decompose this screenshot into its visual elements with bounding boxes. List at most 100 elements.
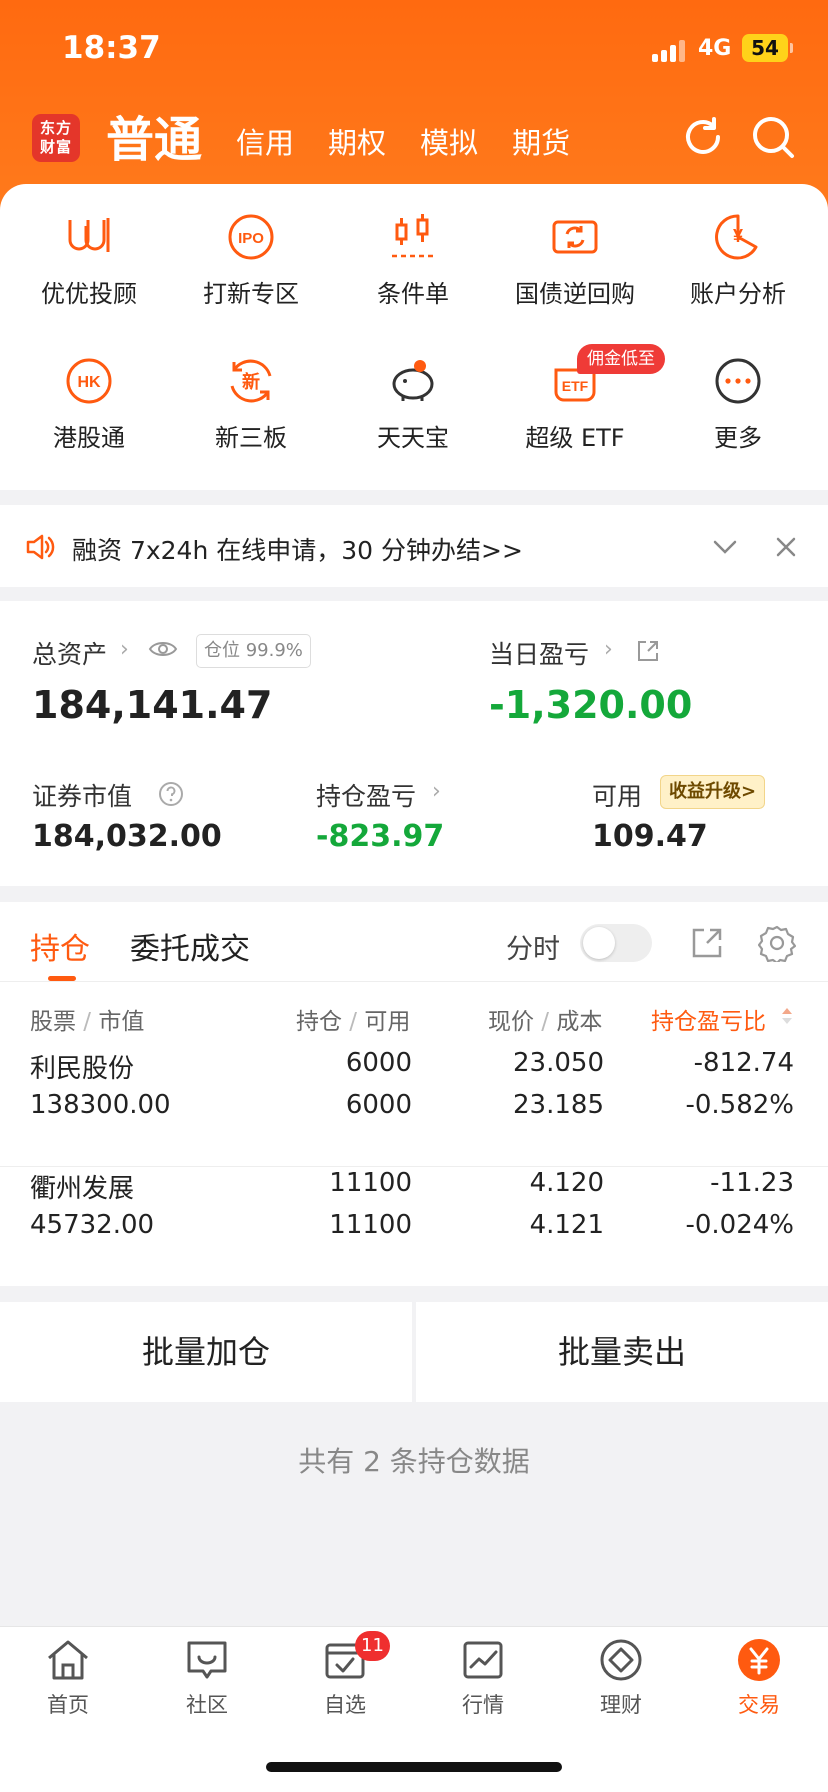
batch-sell-button[interactable]: 批量卖出 bbox=[416, 1302, 828, 1402]
available-value: 109.47 bbox=[592, 819, 708, 854]
tabbar-watchlist[interactable]: 11 自选 bbox=[285, 1631, 405, 1719]
batch-add-button[interactable]: 批量加仓 bbox=[0, 1302, 412, 1402]
home-indicator[interactable] bbox=[266, 1762, 562, 1772]
new-icon: 新 bbox=[230, 359, 272, 403]
table-row[interactable]: 利民股份 138300.00 6000 6000 23.050 23.185 -… bbox=[0, 1048, 828, 1168]
piggy-bank-icon bbox=[392, 360, 434, 401]
status-time: 18:37 bbox=[62, 30, 161, 66]
total-assets-label[interactable]: 总资产 bbox=[32, 635, 107, 671]
refresh-icon[interactable] bbox=[680, 114, 726, 160]
col-head-pl-ratio[interactable]: 持仓盈亏比 bbox=[651, 1002, 766, 1036]
holding-pl-label[interactable]: 持仓盈亏 bbox=[316, 777, 416, 813]
tab-options[interactable]: 期权 bbox=[328, 120, 386, 170]
tab-positions[interactable]: 持仓 bbox=[30, 924, 90, 968]
signal-icon bbox=[652, 40, 688, 62]
stock-name: 利民股份 bbox=[30, 1054, 135, 1084]
stock-pl: -11.23 bbox=[710, 1168, 794, 1198]
tab-simulation[interactable]: 模拟 bbox=[420, 120, 478, 170]
stock-pl-pct: -0.582% bbox=[685, 1090, 794, 1120]
shortcut-ipo[interactable]: IPO 打新专区 bbox=[171, 212, 331, 332]
help-icon[interactable] bbox=[158, 781, 184, 807]
shortcut-grid: 优优投顾 IPO 打新专区 条件单 国债逆回购 ¥ 账户分析 HK 港股通 新 … bbox=[0, 184, 828, 490]
stock-position: 11100 bbox=[329, 1168, 412, 1198]
close-icon[interactable] bbox=[774, 535, 798, 559]
battery-icon: 54 bbox=[742, 34, 788, 62]
export-icon[interactable] bbox=[690, 926, 724, 960]
col-stock: 股票 bbox=[30, 1009, 76, 1035]
commission-badge: 佣金低至 bbox=[577, 344, 665, 374]
uu-icon bbox=[68, 218, 110, 252]
tabbar-wealth[interactable]: 理财 bbox=[561, 1637, 681, 1719]
col-head-position: 持仓 / 可用 bbox=[296, 1009, 411, 1035]
hk-icon: HK bbox=[66, 358, 112, 404]
row-divider bbox=[0, 1166, 828, 1167]
holdings-tab-row: 持仓 委托成交 分时 bbox=[0, 902, 828, 982]
tab-futures[interactable]: 期货 bbox=[512, 120, 570, 170]
shortcut-tiantianbao[interactable]: 天天宝 bbox=[333, 356, 493, 476]
etf-text: ETF bbox=[562, 378, 589, 394]
hk-text: HK bbox=[77, 374, 101, 391]
tabbar-trade[interactable]: 交易 bbox=[699, 1637, 819, 1719]
more-icon bbox=[715, 358, 761, 404]
notice-text[interactable]: 融资 7x24h 在线申请，30 分钟办结>> bbox=[72, 531, 523, 567]
tabbar-label: 交易 bbox=[738, 1693, 780, 1717]
shortcut-conditional-order[interactable]: 条件单 bbox=[333, 212, 493, 332]
shortcut-account-analysis[interactable]: ¥ 账户分析 bbox=[658, 212, 818, 332]
ipo-icon: IPO bbox=[228, 214, 274, 260]
shortcut-uu-advisor[interactable]: 优优投顾 bbox=[9, 212, 169, 332]
shortcut-label: 条件单 bbox=[377, 280, 449, 308]
tabbar-community[interactable]: 社区 bbox=[147, 1637, 267, 1719]
tab-credit[interactable]: 信用 bbox=[236, 120, 294, 170]
market-value-label: 证券市值 bbox=[32, 782, 133, 811]
stock-market-value: 138300.00 bbox=[30, 1090, 171, 1120]
stock-cost: 23.185 bbox=[513, 1090, 604, 1120]
logo-line1: 东方 bbox=[39, 119, 72, 137]
eye-icon[interactable] bbox=[148, 637, 178, 661]
col-market-value: 市值 bbox=[98, 1009, 145, 1035]
notice-bar[interactable]: 融资 7x24h 在线申请，30 分钟办结>> bbox=[0, 505, 828, 587]
search-icon[interactable] bbox=[750, 114, 796, 160]
stock-price: 23.050 bbox=[513, 1048, 604, 1078]
tab-orders[interactable]: 委托成交 bbox=[130, 924, 250, 968]
settings-gear-icon[interactable] bbox=[758, 924, 796, 962]
shortcut-repo[interactable]: 国债逆回购 bbox=[495, 212, 655, 332]
shortcut-more[interactable]: 更多 bbox=[658, 356, 818, 476]
shortcut-neeq[interactable]: 新 新三板 bbox=[171, 356, 331, 476]
yuan-text: ¥ bbox=[733, 226, 743, 246]
market-value: 184,032.00 bbox=[32, 819, 222, 854]
sort-icon[interactable] bbox=[780, 1006, 794, 1026]
toggle-knob bbox=[583, 927, 615, 959]
shortcut-hk-connect[interactable]: HK 港股通 bbox=[9, 356, 169, 476]
app-logo: 东方 财富 bbox=[32, 114, 80, 162]
tabbar-market[interactable]: 行情 bbox=[423, 1637, 543, 1719]
ipo-text: IPO bbox=[238, 230, 264, 247]
shortcut-super-etf[interactable]: ETF 超级 ETF bbox=[495, 356, 655, 476]
share-icon[interactable] bbox=[636, 639, 660, 663]
asset-summary: 总资产 › 仓位 99.9% 184,141.47 当日盈亏 › -1,320.… bbox=[0, 601, 828, 886]
earnings-upgrade-tag[interactable]: 收益升级> bbox=[660, 775, 766, 809]
shortcut-label: 新三板 bbox=[215, 424, 287, 452]
trade-yuan-icon bbox=[738, 1639, 780, 1681]
chat-icon bbox=[187, 1641, 227, 1679]
home-icon bbox=[48, 1640, 88, 1680]
repo-icon bbox=[552, 220, 598, 254]
shortcut-label: 优优投顾 bbox=[41, 280, 137, 308]
tab-normal[interactable]: 普通 bbox=[106, 100, 202, 170]
logo-line2: 财富 bbox=[39, 138, 72, 156]
tabbar-label: 社区 bbox=[186, 1693, 228, 1717]
timeshare-label: 分时 bbox=[506, 934, 560, 965]
header: 18:37 4G 54 东方 财富 普通 信用 期权 模拟 期货 bbox=[0, 0, 828, 210]
daily-pl-label[interactable]: 当日盈亏 bbox=[489, 635, 589, 671]
stock-name: 衢州发展 bbox=[30, 1174, 135, 1204]
timeshare-toggle[interactable] bbox=[580, 924, 652, 962]
tabbar-label: 理财 bbox=[600, 1693, 642, 1717]
col-price: 现价 bbox=[488, 1009, 534, 1035]
col-available: 可用 bbox=[364, 1009, 411, 1035]
chevron-down-icon[interactable] bbox=[712, 535, 738, 559]
table-row[interactable]: 衢州发展 45732.00 11100 11100 4.120 4.121 -1… bbox=[0, 1168, 828, 1288]
shortcut-label: 打新专区 bbox=[203, 280, 299, 308]
available-label: 可用 bbox=[592, 782, 643, 811]
shortcut-label: 超级 ETF bbox=[525, 424, 625, 452]
daily-pl-value: -1,320.00 bbox=[489, 683, 693, 727]
tabbar-home[interactable]: 首页 bbox=[8, 1637, 128, 1719]
